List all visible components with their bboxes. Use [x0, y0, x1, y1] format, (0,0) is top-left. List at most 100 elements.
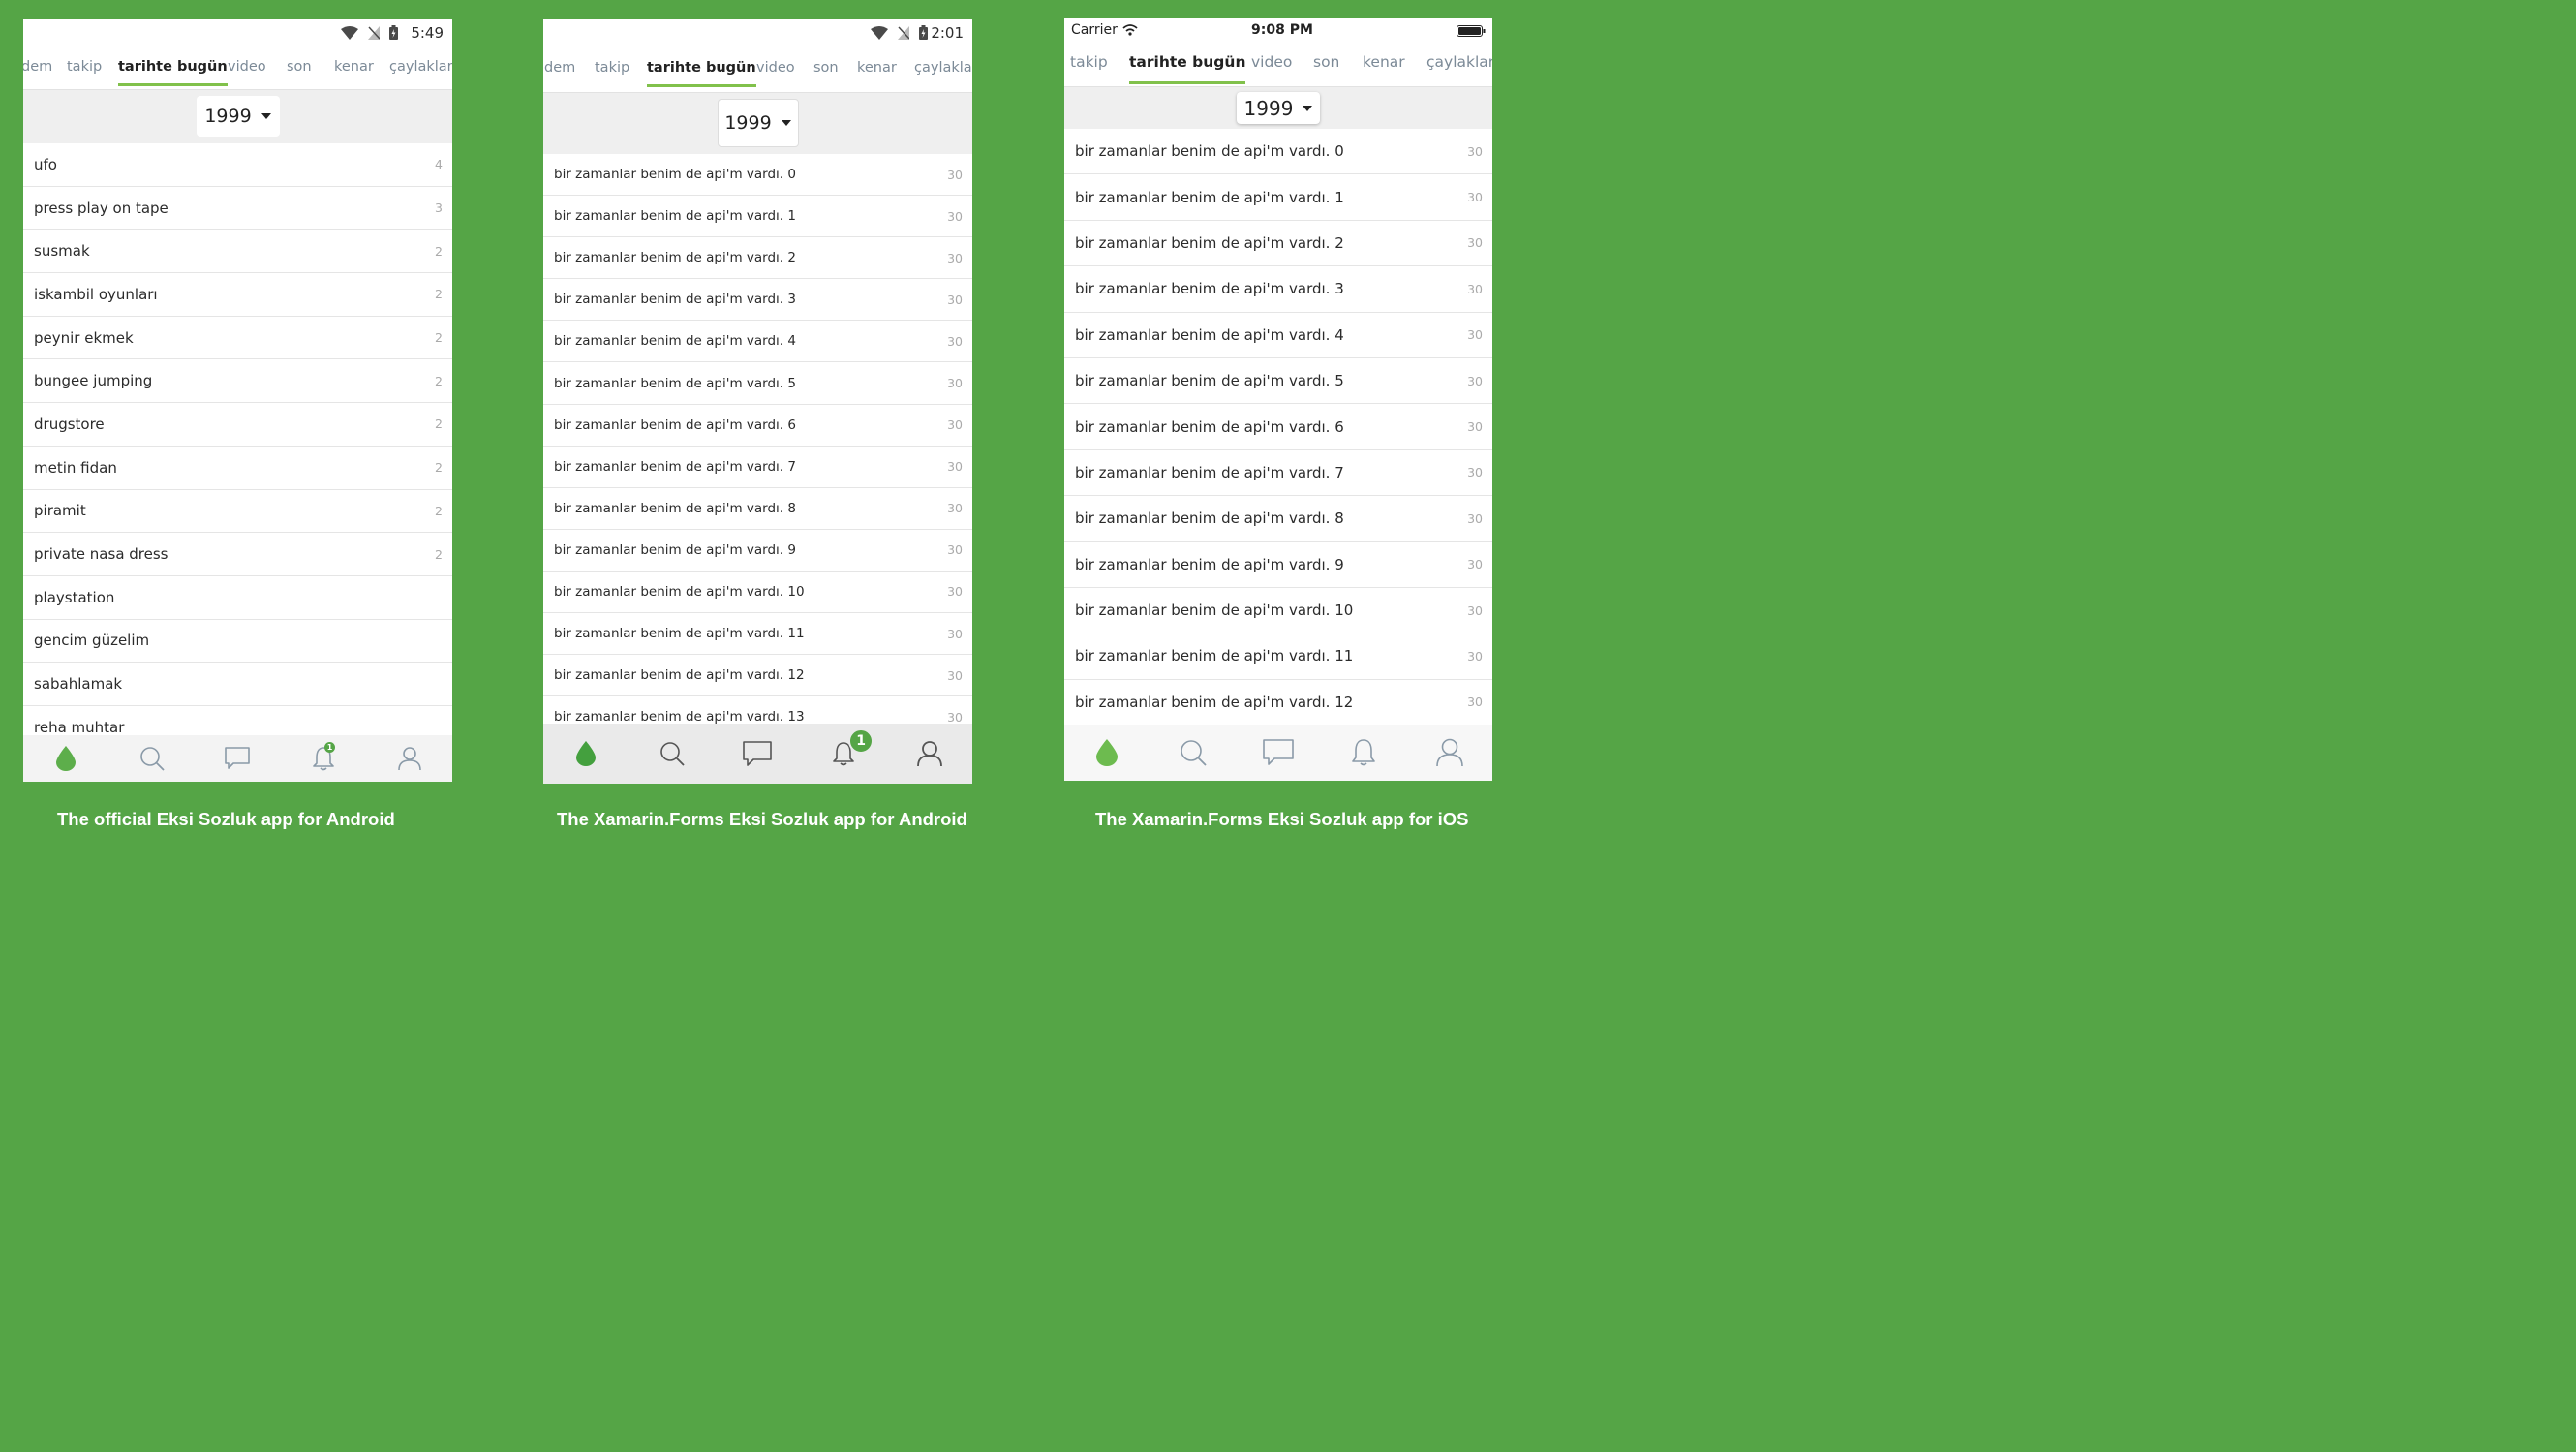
tab-takip[interactable]: takip	[595, 60, 629, 76]
nav-home[interactable]	[1083, 733, 1131, 772]
year-value: 1999	[204, 106, 252, 127]
drop-icon	[576, 741, 597, 766]
list-item[interactable]: bungee jumping 2	[23, 359, 452, 404]
tab-kenar[interactable]: kenar	[857, 60, 897, 76]
nav-notifications[interactable]: 1	[299, 739, 348, 778]
status-time: 2:01	[931, 24, 964, 42]
topic-title: bir zamanlar benim de api'm vardı. 7	[1075, 463, 1344, 481]
nav-notifications[interactable]	[1339, 733, 1388, 772]
list-item[interactable]: bir zamanlar benim de api'm vardı. 1 30	[543, 196, 972, 238]
tab-gundem[interactable]: dem	[23, 59, 52, 75]
list-item[interactable]: bir zamanlar benim de api'm vardı. 9 30	[1064, 542, 1492, 588]
topic-title: bir zamanlar benim de api'm vardı. 4	[554, 333, 796, 350]
tab-takip[interactable]: takip	[67, 59, 102, 75]
list-item[interactable]: bir zamanlar benim de api'm vardı. 0 30	[543, 154, 972, 197]
entry-count: 30	[947, 459, 963, 475]
tab-son[interactable]: son	[287, 59, 312, 75]
nav-search[interactable]	[1169, 733, 1217, 772]
list-item[interactable]: bir zamanlar benim de api'm vardı. 5 30	[1064, 358, 1492, 405]
list-item[interactable]: bir zamanlar benim de api'm vardı. 12 30	[1064, 680, 1492, 726]
tab-video[interactable]: video	[1251, 53, 1292, 71]
topic-title: bir zamanlar benim de api'm vardı. 3	[554, 292, 796, 308]
list-item[interactable]: bir zamanlar benim de api'm vardı. 7 30	[543, 447, 972, 488]
topic-title: bir zamanlar benim de api'm vardı. 2	[554, 250, 796, 266]
entry-count: 30	[947, 542, 963, 558]
tab-tarihte-bugun[interactable]: tarihte bugün	[118, 59, 228, 86]
tab-kenar[interactable]: kenar	[1363, 53, 1405, 71]
list-item[interactable]: bir zamanlar benim de api'm vardı. 10 30	[1064, 588, 1492, 634]
nav-home[interactable]	[562, 734, 610, 773]
list-item[interactable]: susmak 2	[23, 230, 452, 274]
nav-notifications[interactable]: 1	[819, 728, 874, 773]
tab-caylaklar[interactable]: çaylaklar	[389, 59, 452, 75]
list-item[interactable]: bir zamanlar benim de api'm vardı. 2 30	[543, 237, 972, 280]
drop-icon	[56, 746, 77, 771]
topic-title: bir zamanlar benim de api'm vardı. 9	[1075, 555, 1344, 573]
list-item[interactable]: bir zamanlar benim de api'm vardı. 9 30	[543, 530, 972, 572]
list-item[interactable]: bir zamanlar benim de api'm vardı. 4 30	[1064, 313, 1492, 358]
tab-son[interactable]: son	[813, 60, 839, 76]
entry-count: 2	[435, 546, 443, 562]
list-item[interactable]: drugstore 2	[23, 403, 452, 447]
nav-search[interactable]	[648, 734, 696, 773]
list-item[interactable]: metin fidan 2	[23, 447, 452, 490]
year-selector[interactable]: 1999	[717, 99, 799, 147]
list-item[interactable]: bir zamanlar benim de api'm vardı. 8 30	[1064, 496, 1492, 542]
entry-count: 30	[1467, 419, 1483, 435]
nav-messages[interactable]	[733, 734, 782, 773]
list-item[interactable]: press play on tape 3	[23, 187, 452, 231]
year-selector[interactable]: 1999	[196, 96, 280, 137]
nav-messages[interactable]	[1254, 733, 1303, 772]
list-item[interactable]: bir zamanlar benim de api'm vardı. 6 30	[543, 405, 972, 447]
list-item[interactable]: iskambil oyunları 2	[23, 273, 452, 317]
list-item[interactable]: bir zamanlar benim de api'm vardı. 10 30	[543, 572, 972, 614]
list-item[interactable]: bir zamanlar benim de api'm vardı. 4 30	[543, 321, 972, 363]
tab-tarihte-bugun[interactable]: tarihte bugün	[1129, 53, 1246, 84]
topic-title: bir zamanlar benim de api'm vardı. 11	[554, 626, 805, 642]
nav-messages[interactable]	[213, 739, 261, 778]
list-item[interactable]: playstation	[23, 576, 452, 620]
list-item[interactable]: sabahlamak	[23, 663, 452, 706]
battery-icon	[389, 25, 398, 40]
list-item[interactable]: bir zamanlar benim de api'm vardı. 7 30	[1064, 450, 1492, 497]
tab-caylaklar[interactable]: çaylaklar	[914, 60, 972, 76]
entry-count: 30	[1467, 465, 1483, 480]
list-item[interactable]: bir zamanlar benim de api'm vardı. 11 30	[543, 613, 972, 656]
nav-profile[interactable]	[905, 734, 954, 773]
nav-profile[interactable]	[385, 739, 434, 778]
tab-kenar[interactable]: kenar	[334, 59, 374, 75]
list-item[interactable]: bir zamanlar benim de api'm vardı. 2 30	[1064, 221, 1492, 267]
nav-search[interactable]	[128, 739, 176, 778]
topic-title: iskambil oyunları	[34, 285, 158, 303]
tab-video[interactable]: video	[228, 59, 266, 75]
tab-video[interactable]: video	[756, 60, 795, 76]
topic-title: bir zamanlar benim de api'm vardı. 12	[554, 667, 805, 684]
list-item[interactable]: bir zamanlar benim de api'm vardı. 3 30	[543, 279, 972, 322]
list-item[interactable]: gencim güzelim	[23, 620, 452, 664]
list-item[interactable]: private nasa dress 2	[23, 533, 452, 576]
status-time: 9:08 PM	[1251, 22, 1313, 38]
entry-count: 30	[947, 709, 963, 725]
tab-tarihte-bugun[interactable]: tarihte bugün	[647, 60, 756, 87]
list-item[interactable]: piramit 2	[23, 490, 452, 534]
entry-count: 30	[1467, 695, 1483, 710]
tab-gundem[interactable]: dem	[544, 60, 575, 76]
nav-home[interactable]	[42, 739, 90, 778]
year-selector[interactable]: 1999	[1237, 92, 1320, 124]
list-item[interactable]: bir zamanlar benim de api'm vardı. 3 30	[1064, 266, 1492, 313]
list-item[interactable]: bir zamanlar benim de api'm vardı. 5 30	[543, 362, 972, 405]
nav-profile[interactable]	[1426, 733, 1474, 772]
list-item[interactable]: bir zamanlar benim de api'm vardı. 1 30	[1064, 174, 1492, 221]
list-item[interactable]: bir zamanlar benim de api'm vardı. 8 30	[543, 488, 972, 530]
list-item[interactable]: bir zamanlar benim de api'm vardı. 11 30	[1064, 633, 1492, 680]
topic-title: bir zamanlar benim de api'm vardı. 10	[554, 583, 805, 600]
tab-son[interactable]: son	[1313, 53, 1339, 71]
list-item[interactable]: peynir ekmek 2	[23, 317, 452, 360]
list-item[interactable]: bir zamanlar benim de api'm vardı. 6 30	[1064, 404, 1492, 450]
tab-caylaklar[interactable]: çaylaklar	[1426, 53, 1492, 71]
message-icon	[225, 747, 251, 769]
list-item[interactable]: ufo 4	[23, 143, 452, 187]
list-item[interactable]: bir zamanlar benim de api'm vardı. 0 30	[1064, 129, 1492, 175]
tab-takip[interactable]: takip	[1070, 53, 1108, 71]
list-item[interactable]: bir zamanlar benim de api'm vardı. 12 30	[543, 655, 972, 697]
